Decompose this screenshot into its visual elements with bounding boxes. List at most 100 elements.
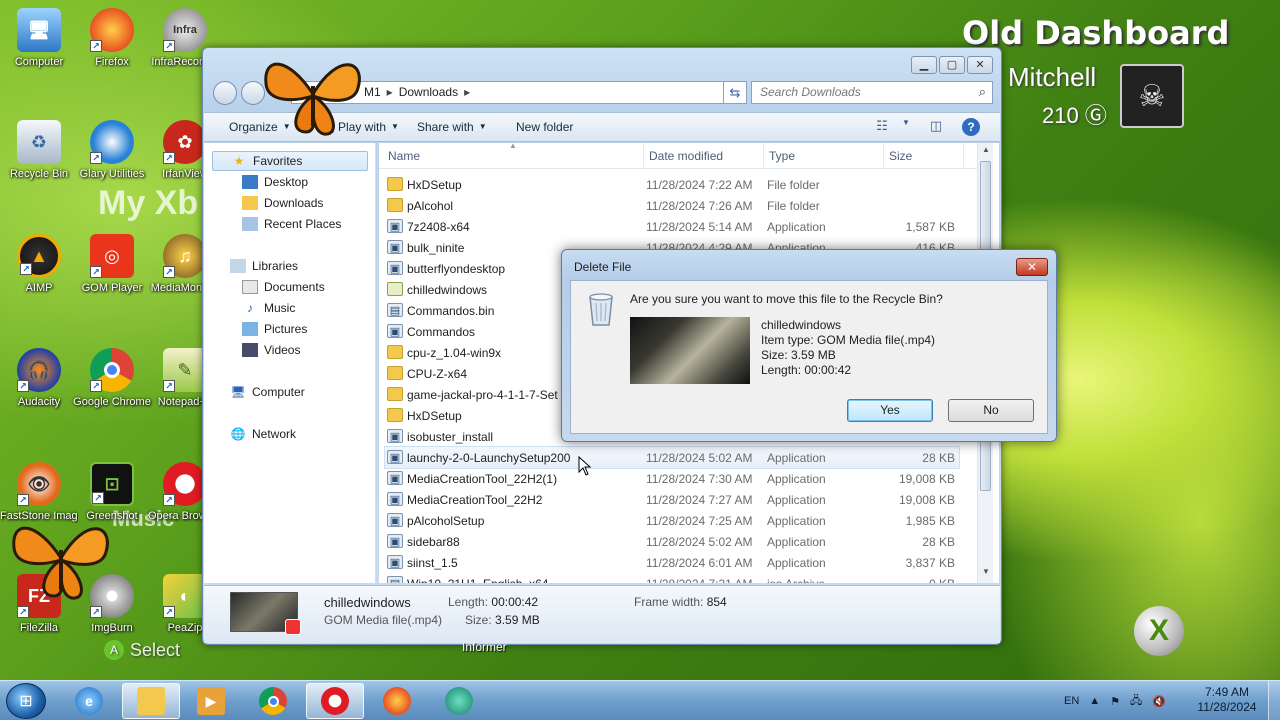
internet-explorer-icon: e xyxy=(75,687,103,715)
chrome-icon: ↗ xyxy=(90,348,134,392)
cell-name: butterflyondesktop xyxy=(407,262,506,276)
taskbar: ⊞ e ▶ EN ▲ ⚑ 🖧 🔇 7:49 AM 11/28/2024 xyxy=(0,680,1280,720)
nav-pictures[interactable]: Pictures xyxy=(242,319,307,339)
nav-documents[interactable]: Documents xyxy=(242,277,325,297)
volume-muted-icon[interactable]: 🔇 xyxy=(1152,695,1166,708)
cell-name: launchy-2-0-LaunchySetup200 xyxy=(407,451,571,465)
nav-music[interactable]: ♪ Music xyxy=(242,298,295,318)
taskbar-firefox[interactable] xyxy=(368,683,426,719)
background-text: My Xb xyxy=(98,184,199,222)
faststone-icon: 👁 ↗ xyxy=(17,462,61,506)
gamer-picture: ☠ xyxy=(1120,64,1184,128)
nav-recent-places[interactable]: Recent Places xyxy=(242,214,341,234)
new-folder-button[interactable]: New folder xyxy=(516,120,573,134)
taskbar-ie[interactable]: e xyxy=(60,683,118,719)
cell-size: 28 KB xyxy=(922,535,955,549)
cell-date: 11/28/2024 5:14 AM xyxy=(646,220,753,234)
column-date[interactable]: Date modified xyxy=(649,149,723,163)
desktop-icon-gom-player[interactable]: ◎ ↗ GOM Player xyxy=(73,234,151,295)
folder-icon xyxy=(387,198,403,212)
nav-videos[interactable]: Videos xyxy=(242,340,300,360)
view-dropdown-icon[interactable]: ▼ xyxy=(896,118,916,136)
table-row[interactable]: ▣ MediaCreationTool_22H2 11/28/2024 7:27 A… xyxy=(385,489,959,510)
breadcrumb-downloads[interactable]: Downloads xyxy=(399,85,458,99)
column-type[interactable]: Type xyxy=(769,149,795,163)
action-center-flag-icon[interactable]: ⚑ xyxy=(1110,695,1120,708)
scroll-up-icon[interactable]: ▲ xyxy=(978,145,994,159)
nav-computer[interactable]: 🖥 Computer xyxy=(230,382,304,402)
application-icon: ▣ xyxy=(387,492,403,506)
nav-desktop[interactable]: Desktop xyxy=(242,172,308,192)
desktop-icon-aimp[interactable]: ▲ ↗ AIMP xyxy=(0,234,78,295)
help-icon[interactable]: ? xyxy=(962,118,980,136)
refresh-icon[interactable]: ⇆ xyxy=(723,81,747,104)
table-row[interactable]: pAlcohol 11/28/2024 7:26 AM File folder xyxy=(385,195,959,216)
table-row[interactable]: ▣ pAlcoholSetup 11/28/2024 7:25 AM Applicat… xyxy=(385,510,959,531)
table-row[interactable]: ▣ 7z2408-x64 11/28/2024 5:14 AM Application… xyxy=(385,216,959,237)
nav-downloads[interactable]: Downloads xyxy=(242,193,323,213)
scroll-down-icon[interactable]: ▼ xyxy=(978,567,994,581)
recycle-bin-icon xyxy=(589,293,613,326)
desktop-icon-recycle-bin[interactable]: ♻ Recycle Bin xyxy=(0,120,78,181)
teal-app-icon xyxy=(445,687,473,715)
view-options-icon[interactable]: ☷ xyxy=(872,118,892,136)
desktop-icon-audacity[interactable]: 🎧 ↗ Audacity xyxy=(0,348,78,409)
maximize-button[interactable]: ▢ xyxy=(939,56,965,74)
minimize-button[interactable]: ▁ xyxy=(911,56,937,74)
network-icon[interactable]: 🖧 xyxy=(1130,692,1142,711)
media-player-icon: ▶ xyxy=(197,687,225,715)
application-icon: ▤ xyxy=(387,303,403,317)
yes-button[interactable]: Yes xyxy=(847,399,933,422)
back-button[interactable] xyxy=(213,81,237,105)
mediamonkey-icon: ♫ ↗ xyxy=(163,234,207,278)
desktop-icon-firefox[interactable]: ↗ Firefox xyxy=(73,8,151,69)
table-row[interactable]: HxDSetup 11/28/2024 7:22 AM File folder xyxy=(385,174,959,195)
no-button[interactable]: No xyxy=(948,399,1034,422)
cell-name: sidebar88 xyxy=(407,535,460,549)
taskbar-opera[interactable] xyxy=(306,683,364,719)
language-indicator[interactable]: EN xyxy=(1064,695,1079,707)
cell-size: 1,985 KB xyxy=(905,514,955,528)
table-row[interactable]: ▣ MediaCreationTool_22H2(1) 11/28/2024 7:3… xyxy=(385,468,959,489)
column-size[interactable]: Size xyxy=(889,149,912,163)
delete-file-dialog[interactable]: Delete File ✕ Are you sure you want to m… xyxy=(561,249,1057,442)
desktop-icon-computer[interactable]: 🖥 Computer xyxy=(0,8,78,69)
desktop-icon-chrome[interactable]: ↗ Google Chrome xyxy=(73,348,151,409)
clock[interactable]: 7:49 AM 11/28/2024 xyxy=(1196,685,1258,715)
taskbar-app-teal[interactable] xyxy=(430,683,488,719)
start-button[interactable]: ⊞ xyxy=(6,683,46,719)
cell-name: isobuster_install xyxy=(407,430,494,444)
folder-icon xyxy=(387,408,403,422)
desktop-icon-glary[interactable]: ↗ Glary Utilities xyxy=(73,120,151,181)
details-frame-width: Frame width: 854 xyxy=(634,595,727,609)
show-desktop-button[interactable] xyxy=(1268,681,1280,720)
cell-name: cpu-z_1.04-win9x xyxy=(407,346,502,360)
cell-size: 1,587 KB xyxy=(905,220,955,234)
search-input[interactable]: Search Downloads ⌕ xyxy=(751,81,993,104)
close-button[interactable]: ✕ xyxy=(967,56,993,74)
application-icon: ▤ xyxy=(387,576,403,583)
search-icon: ⌕ xyxy=(978,84,986,99)
table-row[interactable]: ▤ Win10_21H1_English_x64 11/28/2024 7:31 A… xyxy=(385,573,959,583)
tray-expand-icon[interactable]: ▲ xyxy=(1089,695,1100,707)
application-icon: ▣ xyxy=(387,261,403,275)
table-row[interactable]: ▣ launchy-2-0-LaunchySetup200 11/28/2024 5… xyxy=(384,446,960,469)
cell-name: Commandos.bin xyxy=(407,304,495,318)
taskbar-chrome[interactable] xyxy=(244,683,302,719)
column-name[interactable]: Name xyxy=(388,149,420,163)
system-tray: EN ▲ ⚑ 🖧 🔇 xyxy=(1064,681,1166,720)
share-with-menu[interactable]: Share with ▼ xyxy=(417,120,487,134)
taskbar-explorer[interactable] xyxy=(122,683,180,719)
table-row[interactable]: ▣ sidebar88 11/28/2024 5:02 AM Application 2… xyxy=(385,531,959,552)
dialog-close-button[interactable]: ✕ xyxy=(1016,258,1048,276)
infrarecorder-icon: Infra ↗ xyxy=(163,8,207,52)
recycle-bin-icon: ♻ xyxy=(17,120,61,164)
nav-libraries[interactable]: Libraries xyxy=(230,256,298,276)
table-row[interactable]: ▣ siinst_1.5 11/28/2024 6:01 AM Application… xyxy=(385,552,959,573)
greenshot-icon: ⊡ ↗ xyxy=(90,462,134,506)
taskbar-media-player[interactable]: ▶ xyxy=(182,683,240,719)
nav-network[interactable]: 🌐 Network xyxy=(230,424,297,444)
cell-name: Win10_21H1_English_x64 xyxy=(407,577,548,583)
nav-favorites[interactable]: ★ Favorites xyxy=(212,151,368,171)
preview-pane-icon[interactable]: ◫ xyxy=(926,118,946,136)
